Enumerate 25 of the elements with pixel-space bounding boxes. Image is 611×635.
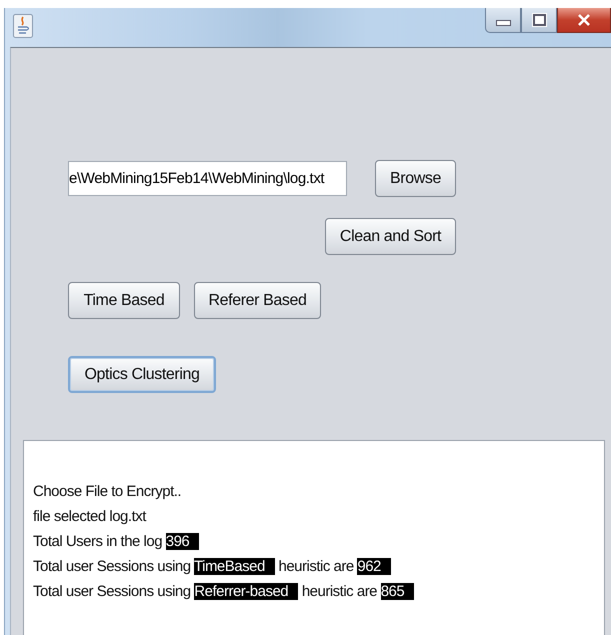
highlighted-text: 865 <box>380 583 414 600</box>
referer-based-button[interactable]: Referer Based <box>194 282 321 319</box>
maximize-button[interactable] <box>521 8 557 33</box>
maximize-icon <box>532 14 546 26</box>
optics-clustering-button[interactable]: Optics Clustering <box>68 356 216 393</box>
highlighted-text: 396 <box>166 533 200 550</box>
file-path-field[interactable]: e\WebMining15Feb14\WebMining\log.txt <box>68 161 347 196</box>
time-based-button[interactable]: Time Based <box>68 282 180 319</box>
log-text: file selected log.txt <box>33 508 146 525</box>
close-button[interactable] <box>557 8 611 33</box>
java-icon <box>13 14 33 38</box>
close-icon <box>577 14 591 26</box>
browse-button[interactable]: Browse <box>375 160 456 197</box>
log-text: Total Users in the log <box>33 533 164 550</box>
log-text: Total user Sessions using <box>33 558 192 575</box>
highlighted-text: TimeBased <box>194 558 275 575</box>
highlighted-text: Referrer-based <box>194 583 298 600</box>
log-text: Total user Sessions using <box>33 583 192 600</box>
minimize-button[interactable] <box>485 8 521 33</box>
highlighted-text: 962 <box>357 558 391 575</box>
log-text: heuristic are <box>277 558 355 575</box>
log-text: heuristic are <box>300 583 378 600</box>
minimize-icon <box>496 20 510 26</box>
clean-and-sort-button[interactable]: Clean and Sort <box>325 218 456 255</box>
log-text: Choose File to Encrypt.. <box>33 483 182 500</box>
